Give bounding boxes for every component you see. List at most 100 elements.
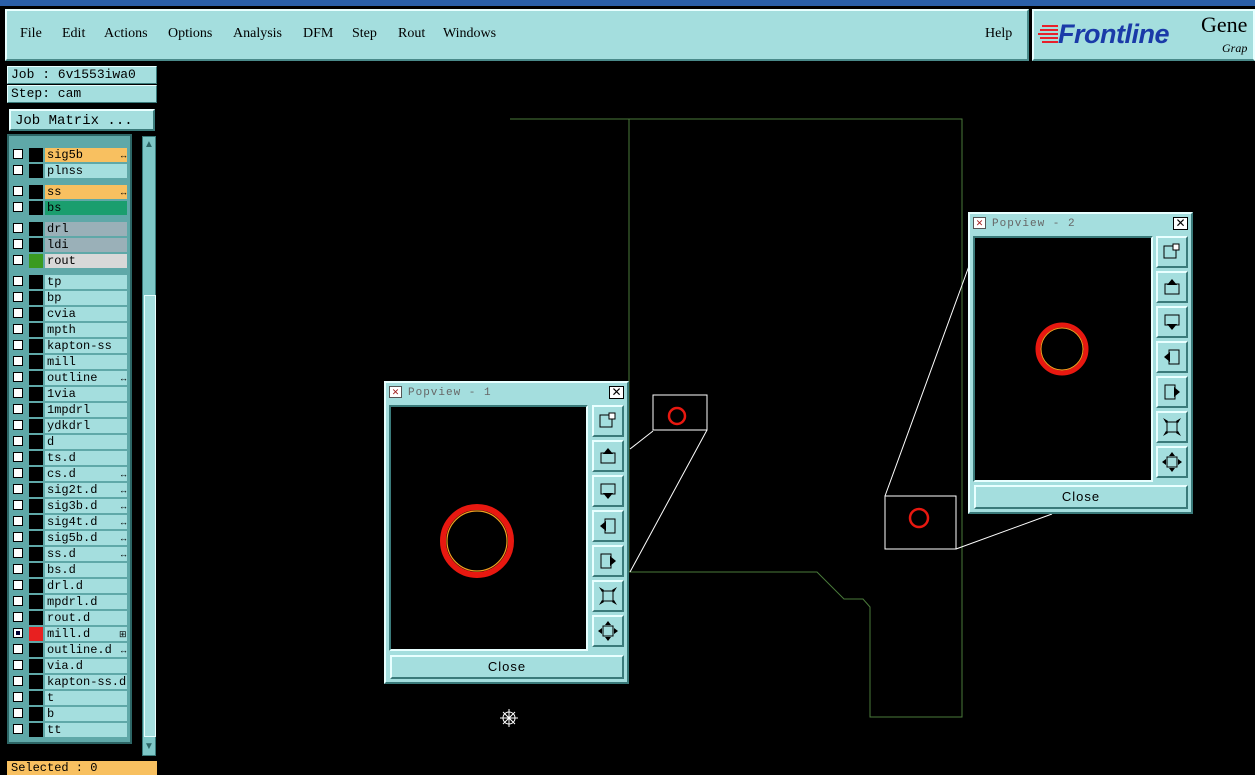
layer-checkbox[interactable]	[13, 516, 23, 526]
layer-color-swatch[interactable]	[29, 403, 43, 417]
layer-row[interactable]: outline ↔	[11, 371, 130, 385]
layer-row[interactable]: ldi	[11, 238, 130, 252]
layer-color-swatch[interactable]	[29, 185, 43, 199]
layer-name[interactable]: drl	[45, 222, 127, 236]
layer-row[interactable]: bs	[11, 201, 130, 215]
menu-analysis[interactable]: Analysis	[233, 26, 282, 42]
layer-color-swatch[interactable]	[29, 371, 43, 385]
layer-color-swatch[interactable]	[29, 691, 43, 705]
layer-name[interactable]: d	[45, 435, 127, 449]
layer-row[interactable]: sig2t.d ↔	[11, 483, 130, 497]
layer-color-swatch[interactable]	[29, 659, 43, 673]
layer-name[interactable]: kapton-ss.d	[45, 675, 127, 689]
pan-down-button[interactable]	[1156, 306, 1188, 338]
pan-left-button[interactable]	[592, 510, 624, 542]
layer-name[interactable]: bp	[45, 291, 127, 305]
layer-checkbox[interactable]	[13, 149, 23, 159]
layer-checkbox[interactable]	[13, 580, 23, 590]
layer-checkbox[interactable]	[13, 468, 23, 478]
menu-dfm[interactable]: DFM	[303, 26, 333, 42]
layer-checkbox[interactable]	[13, 340, 23, 350]
layer-checkbox[interactable]	[13, 500, 23, 510]
layer-color-swatch[interactable]	[29, 201, 43, 215]
layer-name[interactable]: ldi	[45, 238, 127, 252]
layer-row[interactable]: mill	[11, 355, 130, 369]
layer-row[interactable]: sig4t.d ↔	[11, 515, 130, 529]
layer-checkbox[interactable]	[13, 724, 23, 734]
layer-row[interactable]: 1via	[11, 387, 130, 401]
pan-up-button[interactable]	[1156, 271, 1188, 303]
layer-checkbox[interactable]	[13, 202, 23, 212]
menu-file[interactable]: File	[20, 26, 42, 42]
window-menu-icon[interactable]: ✕	[389, 386, 402, 398]
layer-checkbox[interactable]	[13, 676, 23, 686]
layer-checkbox[interactable]	[13, 564, 23, 574]
pan-up-button[interactable]	[592, 440, 624, 472]
layer-color-swatch[interactable]	[29, 547, 43, 561]
layer-color-swatch[interactable]	[29, 291, 43, 305]
layer-name[interactable]: tp	[45, 275, 127, 289]
popview-1-close-icon[interactable]: ✕	[609, 386, 624, 399]
layer-name[interactable]: sig5b.d	[45, 531, 127, 545]
layer-name[interactable]: ss	[45, 185, 127, 199]
zoom-fit-button[interactable]	[592, 405, 624, 437]
layer-row[interactable]: mpth	[11, 323, 130, 337]
layer-row[interactable]: via.d	[11, 659, 130, 673]
layer-color-swatch[interactable]	[29, 643, 43, 657]
layer-list-scrollbar[interactable]: ▲ ▼	[142, 136, 156, 756]
layer-color-swatch[interactable]	[29, 483, 43, 497]
layer-name[interactable]: sig4t.d	[45, 515, 127, 529]
layer-color-swatch[interactable]	[29, 355, 43, 369]
window-menu-icon[interactable]: ✕	[973, 217, 986, 229]
layer-color-swatch[interactable]	[29, 707, 43, 721]
layer-checkbox[interactable]	[13, 436, 23, 446]
layer-row[interactable]: cvia	[11, 307, 130, 321]
layer-name[interactable]: cs.d	[45, 467, 127, 481]
layer-row[interactable]: mpdrl.d	[11, 595, 130, 609]
layer-checkbox[interactable]	[13, 628, 23, 638]
pan-right-button[interactable]	[1156, 376, 1188, 408]
layer-checkbox[interactable]	[13, 276, 23, 286]
layer-color-swatch[interactable]	[29, 531, 43, 545]
layer-name[interactable]: t	[45, 691, 127, 705]
layer-checkbox[interactable]	[13, 223, 23, 233]
layer-color-swatch[interactable]	[29, 579, 43, 593]
zoom-fit-button[interactable]	[1156, 236, 1188, 268]
menu-help[interactable]: Help	[985, 26, 1012, 42]
layer-name[interactable]: mill.d	[45, 627, 127, 641]
menu-rout[interactable]: Rout	[398, 26, 425, 42]
layer-color-swatch[interactable]	[29, 164, 43, 178]
layer-color-swatch[interactable]	[29, 148, 43, 162]
layer-checkbox[interactable]	[13, 186, 23, 196]
layer-name[interactable]: bs	[45, 201, 127, 215]
layer-checkbox[interactable]	[13, 532, 23, 542]
layer-row[interactable]: drl.d	[11, 579, 130, 593]
layer-name[interactable]: mpdrl.d	[45, 595, 127, 609]
layer-row[interactable]: rout	[11, 254, 130, 268]
layer-color-swatch[interactable]	[29, 238, 43, 252]
layer-checkbox[interactable]	[13, 372, 23, 382]
layer-row[interactable]: bs.d	[11, 563, 130, 577]
layer-name[interactable]: mill	[45, 355, 127, 369]
layer-color-swatch[interactable]	[29, 515, 43, 529]
layer-color-swatch[interactable]	[29, 563, 43, 577]
layer-name[interactable]: via.d	[45, 659, 127, 673]
layer-color-swatch[interactable]	[29, 323, 43, 337]
layer-row[interactable]: drl	[11, 222, 130, 236]
layer-name[interactable]: 1via	[45, 387, 127, 401]
layer-row[interactable]: b	[11, 707, 130, 721]
pan-left-button[interactable]	[1156, 341, 1188, 373]
scroll-up-icon[interactable]: ▲	[143, 139, 155, 151]
layer-name[interactable]: plnss	[45, 164, 127, 178]
layer-name[interactable]: sig5b	[45, 148, 127, 162]
layer-checkbox[interactable]	[13, 596, 23, 606]
layer-color-swatch[interactable]	[29, 451, 43, 465]
layer-color-swatch[interactable]	[29, 627, 43, 641]
layer-row[interactable]: 1mpdrl	[11, 403, 130, 417]
layer-row[interactable]: outline.d ↔	[11, 643, 130, 657]
layer-name[interactable]: outline	[45, 371, 127, 385]
layer-name[interactable]: rout.d	[45, 611, 127, 625]
scroll-down-icon[interactable]: ▼	[143, 741, 155, 753]
layer-color-swatch[interactable]	[29, 467, 43, 481]
layer-name[interactable]: ss.d	[45, 547, 127, 561]
